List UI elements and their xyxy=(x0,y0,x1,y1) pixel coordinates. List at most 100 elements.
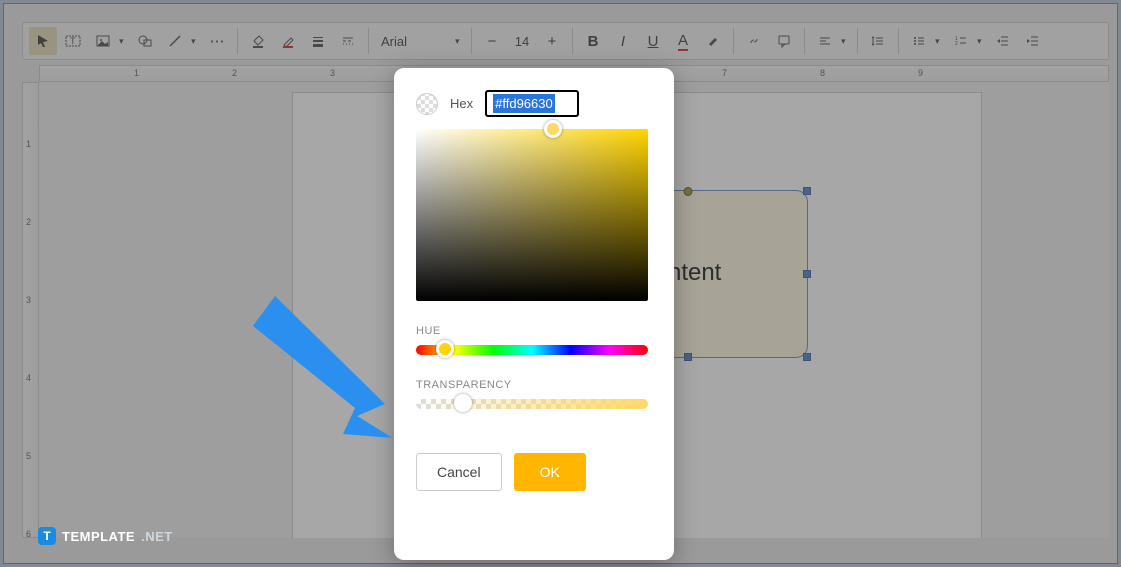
separator xyxy=(857,28,858,54)
separator xyxy=(471,28,472,54)
ruler-tick: 9 xyxy=(918,68,923,78)
ruler-vtick: 1 xyxy=(26,139,31,149)
font-size-input[interactable]: 14 xyxy=(508,34,536,49)
link-icon xyxy=(747,34,761,48)
watermark: T TEMPLATE .NET xyxy=(38,527,173,545)
bullet-list-button[interactable] xyxy=(905,27,933,55)
resize-handle-s[interactable] xyxy=(684,353,692,361)
bold-button[interactable]: B xyxy=(579,27,607,55)
watermark-badge: T xyxy=(38,527,56,545)
cancel-button[interactable]: Cancel xyxy=(416,453,502,491)
color-preview-chip xyxy=(416,93,438,115)
font-select[interactable]: Arial xyxy=(375,34,453,49)
comment-button[interactable] xyxy=(770,27,798,55)
numbered-dropdown-icon[interactable]: ▾ xyxy=(977,36,987,47)
pencil-icon xyxy=(281,34,295,48)
shape-tool[interactable] xyxy=(131,27,159,55)
line-spacing-button[interactable] xyxy=(864,27,892,55)
border-color-tool[interactable] xyxy=(274,27,302,55)
line-icon xyxy=(168,34,182,48)
ok-button[interactable]: OK xyxy=(514,453,586,491)
transparency-label: TRANSPARENCY xyxy=(416,379,652,391)
ruler-vtick: 6 xyxy=(26,529,31,539)
align-button[interactable] xyxy=(811,27,839,55)
separator xyxy=(898,28,899,54)
indent-decrease-button[interactable] xyxy=(989,27,1017,55)
image-tool[interactable] xyxy=(89,27,117,55)
arrow-icon xyxy=(245,286,405,446)
select-tool[interactable] xyxy=(29,27,57,55)
transparency-slider[interactable] xyxy=(416,399,648,409)
comment-icon xyxy=(777,34,791,48)
image-dropdown-icon[interactable]: ▾ xyxy=(119,36,129,47)
separator xyxy=(237,28,238,54)
highlight-button[interactable] xyxy=(699,27,727,55)
indent-icon xyxy=(1026,34,1040,48)
hue-thumb[interactable] xyxy=(436,340,454,358)
bullet-dropdown-icon[interactable]: ▾ xyxy=(935,36,945,47)
separator xyxy=(572,28,573,54)
separator xyxy=(733,28,734,54)
transparency-thumb[interactable] xyxy=(454,394,472,412)
ruler-vertical: 1 2 3 4 5 6 xyxy=(22,82,39,538)
line-tool[interactable] xyxy=(161,27,189,55)
ruler-vtick: 4 xyxy=(26,373,31,383)
size-decrease[interactable]: − xyxy=(478,27,506,55)
line-spacing-icon xyxy=(871,34,885,48)
rotate-handle[interactable] xyxy=(684,187,693,196)
paintbucket-icon xyxy=(251,34,265,48)
line-dropdown-icon[interactable]: ▾ xyxy=(191,36,201,47)
italic-button[interactable]: I xyxy=(609,27,637,55)
ruler-tick: 8 xyxy=(820,68,825,78)
hue-slider[interactable] xyxy=(416,345,648,355)
underline-button[interactable]: U xyxy=(639,27,667,55)
ruler-tick: 2 xyxy=(232,68,237,78)
link-button[interactable] xyxy=(740,27,768,55)
sv-thumb[interactable] xyxy=(544,120,562,138)
line-weight-icon xyxy=(311,34,325,48)
textbox-tool[interactable]: T xyxy=(59,27,87,55)
hue-label: HUE xyxy=(416,325,652,337)
resize-handle-e[interactable] xyxy=(803,270,811,278)
ruler-vtick: 2 xyxy=(26,217,31,227)
more-tool-icon[interactable]: ⋯ xyxy=(203,27,231,55)
separator xyxy=(368,28,369,54)
size-increase[interactable]: + xyxy=(538,27,566,55)
separator xyxy=(804,28,805,54)
hex-input[interactable]: #ffd96630 xyxy=(485,90,579,117)
ruler-tick: 1 xyxy=(134,68,139,78)
textbox-icon: T xyxy=(65,34,81,48)
annotation-arrow xyxy=(245,286,405,451)
ruler-tick: 3 xyxy=(330,68,335,78)
svg-text:2: 2 xyxy=(955,41,958,47)
align-dropdown-icon[interactable]: ▾ xyxy=(841,36,851,47)
highlighter-icon xyxy=(706,34,720,48)
saturation-value-area[interactable] xyxy=(416,129,648,301)
numbered-list-button[interactable]: 12 xyxy=(947,27,975,55)
resize-handle-ne[interactable] xyxy=(803,187,811,195)
text-color-button[interactable]: A xyxy=(669,27,697,55)
dialog-actions: Cancel OK xyxy=(416,453,652,491)
svg-text:T: T xyxy=(70,36,76,46)
hex-label: Hex xyxy=(450,96,473,111)
numbered-icon: 12 xyxy=(954,34,968,48)
outdent-icon xyxy=(996,34,1010,48)
hex-input-value: #ffd96630 xyxy=(493,94,555,113)
shape-icon xyxy=(138,34,152,48)
border-weight-tool[interactable] xyxy=(304,27,332,55)
image-icon xyxy=(96,34,110,48)
watermark-brand1: TEMPLATE xyxy=(62,529,135,544)
color-picker-dialog: Hex #ffd96630 HUE TRANSPARENCY Cancel OK xyxy=(394,68,674,560)
watermark-brand2: .NET xyxy=(141,529,173,544)
cursor-icon xyxy=(36,34,50,48)
indent-increase-button[interactable] xyxy=(1019,27,1047,55)
resize-handle-se[interactable] xyxy=(803,353,811,361)
border-dash-tool[interactable] xyxy=(334,27,362,55)
bullet-icon xyxy=(912,34,926,48)
line-dash-icon xyxy=(341,34,355,48)
ruler-vtick: 5 xyxy=(26,451,31,461)
fill-color-tool[interactable] xyxy=(244,27,272,55)
toolbar: T ▾ ▾ ⋯ Arial ▾ − 14 + xyxy=(22,22,1109,60)
font-dropdown-icon[interactable]: ▾ xyxy=(455,36,465,47)
align-icon xyxy=(818,34,832,48)
